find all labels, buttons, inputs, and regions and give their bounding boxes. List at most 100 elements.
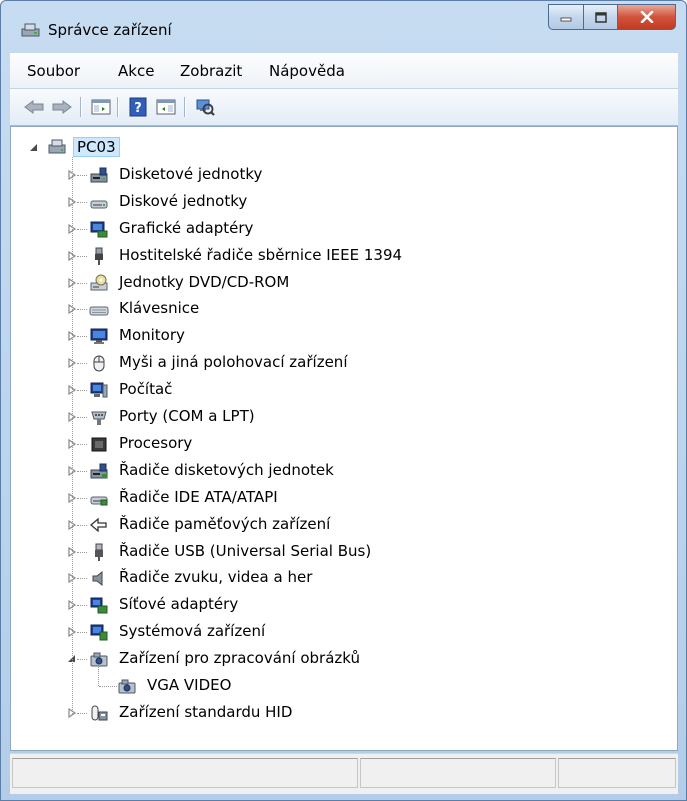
tree-item-floppy-controller[interactable]: Řadiče disketových jednotek [11, 458, 651, 484]
tree-item-monitor[interactable]: Monitory [11, 323, 651, 349]
tree-item-imaging-device[interactable]: Zařízení pro zpracování obrázků [11, 646, 651, 672]
minimize-button[interactable] [548, 4, 584, 30]
help-button[interactable]: ? [126, 95, 150, 119]
tree-item-computer[interactable]: Počítač [11, 377, 651, 403]
tree-connector [77, 201, 87, 204]
tree-item-system-device[interactable]: Systémová zařízení [11, 619, 651, 645]
tree-root[interactable]: PC03 [29, 135, 329, 161]
window-title: Správce zařízení [48, 21, 172, 39]
minimize-icon [560, 17, 572, 22]
tree-item-label: Jednotky DVD/CD-ROM [119, 272, 290, 291]
toolbar-separator [80, 97, 81, 117]
device-manager-window: Správce zařízení Soubor Akce Zobrazit Ná… [0, 0, 687, 801]
tree-item-ide-controller[interactable]: Řadiče IDE ATA/ATAPI [11, 485, 651, 511]
tree-item-processor[interactable]: Procesory [11, 431, 651, 457]
tree-connector [98, 665, 100, 686]
scan-hardware-icon [196, 99, 215, 116]
floppy-controller-icon [90, 463, 108, 479]
tree-connector [77, 578, 87, 580]
tree-item-usb-controller[interactable]: Řadiče USB (Universal Serial Bus) [11, 539, 651, 565]
tree-item-port[interactable]: Porty (COM a LPT) [11, 404, 651, 430]
title-bar[interactable]: Správce zařízení [1, 1, 686, 53]
menu-soubor[interactable]: Soubor [27, 62, 80, 80]
status-pane-secondary [360, 758, 556, 788]
back-button[interactable] [22, 95, 46, 119]
keyboard-icon [89, 306, 109, 316]
toolbar-separator [117, 97, 118, 117]
processor-icon [91, 437, 107, 452]
tree-item-dvd-drive[interactable]: Jednotky DVD/CD-ROM [11, 270, 651, 296]
ide-controller-icon [90, 496, 108, 506]
tree-connector [77, 336, 87, 338]
network-adapter-icon [90, 597, 108, 614]
svg-text:?: ? [134, 101, 142, 116]
action-pane-button[interactable] [154, 95, 178, 119]
tree-item-floppy-drive[interactable]: Disketové jednotky [11, 162, 651, 188]
tree-item-label: Monitory [119, 326, 185, 345]
help-icon: ? [129, 97, 147, 117]
tree-item-label: Řadiče IDE ATA/ATAPI [119, 487, 278, 506]
tree-item-label: Řadiče USB (Universal Serial Bus) [119, 541, 372, 560]
menu-akce[interactable]: Akce [118, 62, 154, 80]
ieee1394-controller-icon [95, 247, 103, 265]
close-icon [640, 11, 653, 23]
storage-controller-icon [90, 517, 107, 533]
tree-item-ieee1394-controller[interactable]: Hostitelské řadiče sběrnice IEEE 1394 [11, 243, 651, 269]
disk-drive-icon [90, 200, 108, 209]
computer-root-icon [48, 139, 66, 154]
tree-connector [77, 712, 87, 715]
tree-item-keyboard[interactable]: Klávesnice [11, 296, 651, 322]
tree-item-network-adapter[interactable]: Síťové adaptéry [11, 592, 651, 618]
tree-connector [77, 282, 87, 285]
status-pane-main [12, 758, 358, 788]
tree-item-sound[interactable]: Řadiče zvuku, videa a her [11, 565, 651, 591]
camera-icon [118, 679, 136, 694]
menu-napoveda[interactable]: Nápověda [269, 62, 345, 80]
device-manager-icon [21, 23, 40, 37]
tree-item-label: Řadiče zvuku, videa a her [119, 568, 313, 587]
tree-item-hid-device[interactable]: Zařízení standardu HID [11, 700, 651, 726]
tree-connector [77, 255, 87, 258]
display-adapter-icon [90, 221, 108, 238]
sound-icon [92, 571, 103, 587]
monitor-icon [90, 328, 108, 345]
tree-item-label: Počítač [119, 380, 173, 399]
toolbar-separator [184, 97, 185, 117]
menu-zobrazit[interactable]: Zobrazit [180, 62, 242, 80]
tree-child-label: VGA VIDEO [147, 676, 232, 694]
tree-item-label: Hostitelské řadiče sběrnice IEEE 1394 [119, 245, 403, 264]
tree-connector [77, 174, 87, 177]
status-pane-tertiary [558, 758, 676, 788]
tree-item-label: Řadiče paměťových zařízení [119, 514, 331, 533]
tree-connector [77, 228, 87, 231]
show-hide-console-tree-icon [91, 99, 111, 115]
tree-item-disk-drive[interactable]: Diskové jednotky [11, 189, 651, 215]
tree-child-camera[interactable]: VGA VIDEO [11, 665, 651, 699]
tree-item-label: Porty (COM a LPT) [119, 407, 255, 425]
scan-hardware-button[interactable] [193, 95, 217, 119]
forward-button[interactable] [50, 95, 74, 119]
close-button[interactable] [618, 4, 676, 30]
tree-item-label: Diskové jednotky [119, 191, 248, 210]
tree-item-label: Grafické adaptéry [119, 218, 254, 237]
tree-item-display-adapter[interactable]: Grafické adaptéry [11, 216, 651, 242]
computer-icon [90, 382, 108, 398]
tree-item-label: Systémová zařízení [119, 622, 266, 641]
tree-connector [77, 497, 87, 500]
forward-icon [52, 100, 72, 114]
console-tree-button[interactable] [89, 95, 113, 119]
tree-item-storage-controller[interactable]: Řadiče paměťových zařízení [11, 512, 651, 538]
menu-bar: Soubor Akce Zobrazit Nápověda [10, 53, 678, 89]
mouse-icon [93, 355, 105, 372]
tree-item-label: Řadiče disketových jednotek [119, 460, 334, 479]
tree-connector [77, 605, 87, 607]
usb-controller-icon [95, 543, 103, 561]
status-bar [10, 753, 678, 794]
tree-item-mouse[interactable]: Myši a jiná polohovací zařízení [11, 350, 651, 376]
device-tree-panel[interactable]: PC03 Disketové jednotky Diskové jednotky Gr… [10, 126, 678, 751]
maximize-button[interactable] [584, 4, 618, 30]
tree-item-label: Zařízení pro zpracování obrázků [119, 649, 361, 668]
tree-connector [77, 659, 87, 661]
back-icon [24, 100, 44, 114]
collapse-icon[interactable] [29, 143, 39, 153]
